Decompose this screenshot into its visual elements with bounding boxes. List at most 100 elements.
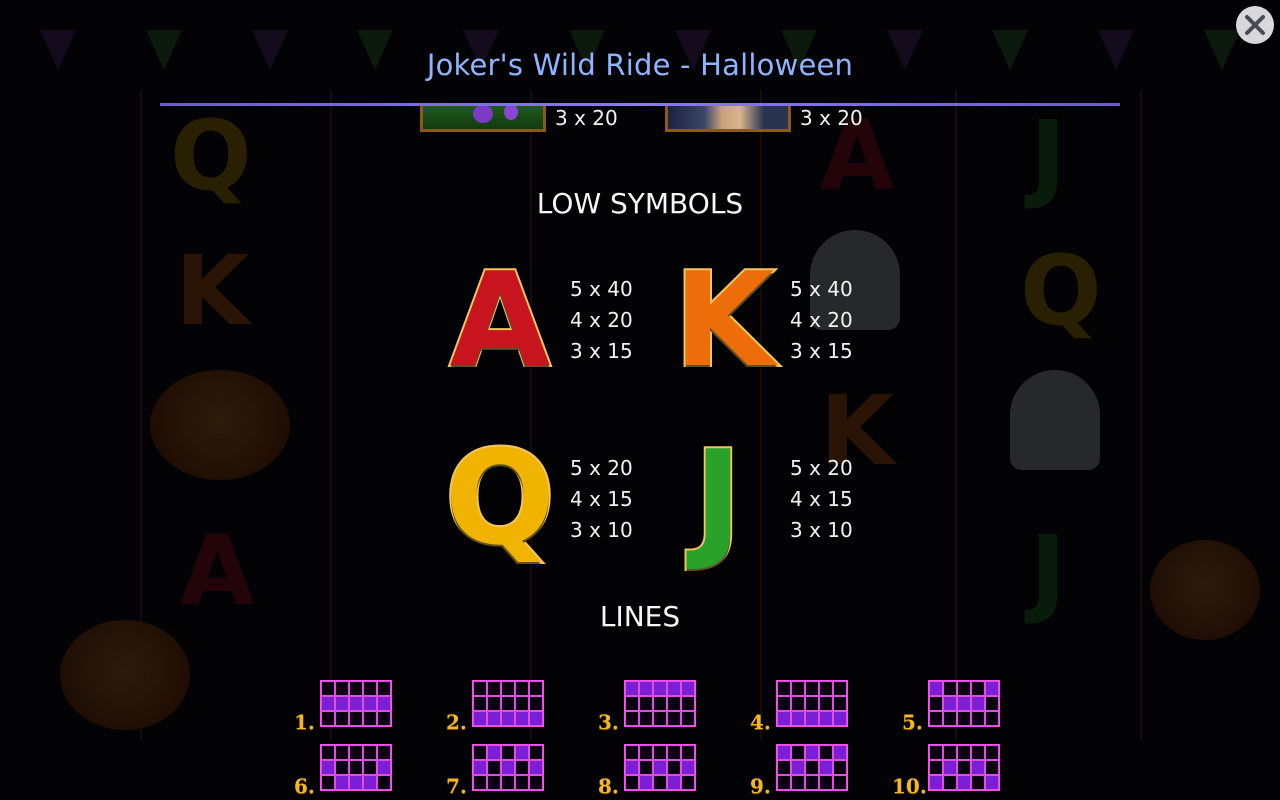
payline-cell [335,681,349,696]
payline-cell [349,775,363,790]
payline-cell [833,696,847,711]
close-button[interactable] [1236,6,1274,44]
payline-cell [529,760,543,775]
payline-cell [805,775,819,790]
symbol-q-icon: Q [440,422,560,574]
close-icon [1245,15,1265,35]
payline-cell [335,760,349,775]
symbol-k-icon: K [664,244,784,396]
payline-cell [515,696,529,711]
payline-cell [985,745,999,760]
symbol-k-letter: K [672,244,777,396]
payline-cell [985,760,999,775]
payline-cell [625,760,639,775]
payline-1: 1. [272,680,392,734]
payline-cell [653,711,667,726]
payline-cell [943,711,957,726]
payline-cell [487,681,501,696]
payline-cell [943,775,957,790]
payline-cell [819,696,833,711]
pay-3: 3 x 15 [790,339,853,363]
payline-cell [473,745,487,760]
payline-cell [681,696,695,711]
payline-number: 9. [750,774,771,798]
payline-cell [321,696,335,711]
payline-cell [805,681,819,696]
payline-cell [667,745,681,760]
payline-cell [667,760,681,775]
payline-grid [928,744,1000,791]
payline-cell [819,711,833,726]
payline-cell [929,775,943,790]
payline-grid [776,744,848,791]
payline-cell [943,760,957,775]
payline-number: 7. [446,774,467,798]
payline-cell [487,775,501,790]
symbol-j-letter: J [692,422,744,574]
payline-cell [653,681,667,696]
payline-number: 3. [598,710,619,734]
payline-cell [653,745,667,760]
payline-cell [985,681,999,696]
payline-cell [971,696,985,711]
payline-cell [791,696,805,711]
symbol-q-letter: Q [443,422,557,574]
payline-cell [833,775,847,790]
payline-cell [349,745,363,760]
payline-cell [501,711,515,726]
payline-cell [777,711,791,726]
payline-cell [777,696,791,711]
payline-cell [971,711,985,726]
title-divider [160,103,1120,106]
payline-cell [957,681,971,696]
payline-6: 6. [272,744,392,798]
payline-cell [625,681,639,696]
payline-number: 6. [294,774,315,798]
payline-cell [819,775,833,790]
payline-cell [667,711,681,726]
payline-cell [985,711,999,726]
payline-cell [833,711,847,726]
payline-cell [777,681,791,696]
payline-cell [377,711,391,726]
payline-3: 3. [576,680,696,734]
payline-cell [819,681,833,696]
pay-5: 5 x 20 [570,456,633,480]
payline-cell [349,681,363,696]
symbol-a-icon: A [440,253,560,387]
payline-cell [529,775,543,790]
payline-cell [929,760,943,775]
payline-cell [791,760,805,775]
payline-cell [515,775,529,790]
payline-cell [363,760,377,775]
pay-4: 4 x 20 [790,308,853,332]
payline-cell [681,760,695,775]
payline-cell [791,775,805,790]
payline-cell [639,745,653,760]
payline-cell [929,696,943,711]
payline-cell [971,775,985,790]
payline-grid [624,680,696,727]
payline-cell [653,696,667,711]
payline-cell [943,745,957,760]
high-symbol-portrait-thumbnail [665,106,791,132]
payline-cell [529,745,543,760]
paytable-overlay: Q K A J Q J A K Joker's Wild Ride - Hall… [0,0,1280,800]
payline-number: 1. [294,710,315,734]
payline-cell [321,760,335,775]
payline-cell [473,760,487,775]
payline-cell [625,775,639,790]
payline-cell [985,775,999,790]
payline-cell [819,760,833,775]
payline-cell [473,696,487,711]
symbol-q-pays: 5 x 20 4 x 15 3 x 10 [570,453,660,546]
payline-cell [625,745,639,760]
payline-cell [349,760,363,775]
payline-cell [363,696,377,711]
payline-grid [472,744,544,791]
payline-cell [971,760,985,775]
payline-cell [363,775,377,790]
payline-8: 8. [576,744,696,798]
paytable-title: Joker's Wild Ride - Halloween [426,48,854,82]
payline-cell [681,681,695,696]
